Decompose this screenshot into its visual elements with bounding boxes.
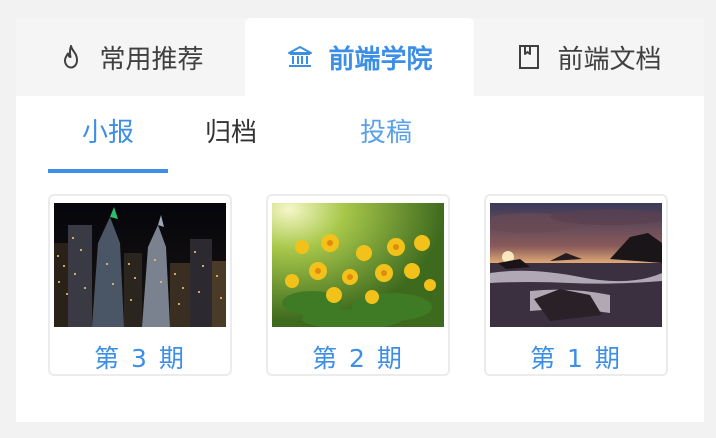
issue-card-1[interactable]: 第 1 期 [484, 194, 668, 376]
issue-list: 第 3 期 第 2 期 第 1 期 [16, 194, 704, 376]
tab-frontend-academy-label: 前端学院 [328, 44, 433, 75]
sub-tab-bar: 小报 归档 投稿 [16, 96, 704, 173]
subtab-newsletter-label: 小报 [81, 118, 134, 148]
tab-recommended[interactable]: 常用推荐 [16, 18, 245, 96]
subtab-submit[interactable]: 投稿 [294, 96, 478, 170]
issue-cover-yellow-flowers [272, 203, 444, 327]
issue-label: 第 2 期 [312, 344, 404, 373]
flame-icon [57, 43, 85, 71]
book-icon [515, 43, 543, 71]
top-tab-bar: 常用推荐 前端学院 前端文档 [16, 18, 704, 96]
issue-card-3[interactable]: 第 3 期 [48, 194, 232, 376]
issue-card-2[interactable]: 第 2 期 [266, 194, 450, 376]
active-tab-indicator [48, 169, 168, 173]
institution-icon [286, 43, 314, 71]
subtab-submit-label: 投稿 [359, 118, 412, 148]
issue-cover-city-night [54, 203, 226, 327]
issue-cover-seashore [490, 203, 662, 327]
tab-frontend-docs-label: 前端文档 [557, 44, 662, 75]
subtab-archive-label: 归档 [204, 118, 257, 148]
tab-frontend-docs[interactable]: 前端文档 [474, 18, 703, 96]
nav-card: 常用推荐 前端学院 前端文档 小报 归档 投稿 第 3 期 第 2 期 第 1 … [16, 18, 704, 422]
subtab-newsletter[interactable]: 小报 [48, 96, 168, 173]
tab-recommended-label: 常用推荐 [99, 44, 204, 75]
tab-frontend-academy[interactable]: 前端学院 [245, 18, 474, 96]
issue-label: 第 3 期 [94, 344, 186, 373]
subtab-archive[interactable]: 归档 [168, 96, 294, 170]
issue-label: 第 1 期 [530, 344, 622, 373]
